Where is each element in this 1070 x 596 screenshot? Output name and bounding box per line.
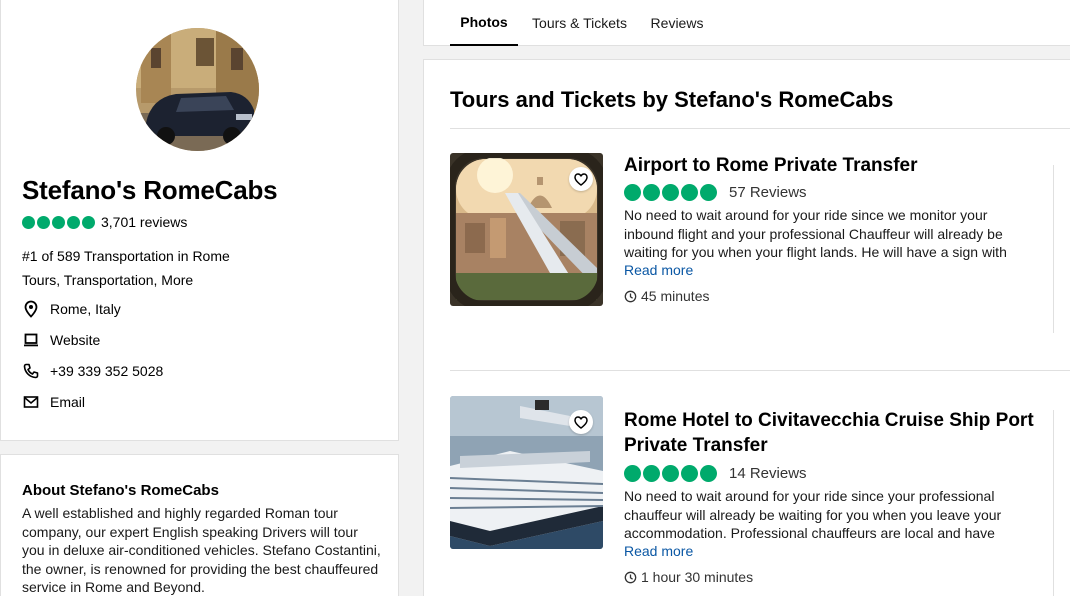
tours-section: Tours and Tickets by Stefano's RomeCabs xyxy=(423,59,1070,596)
categories-text: Tours, Transportation, More xyxy=(22,272,194,288)
rating-bubble-icon xyxy=(681,184,698,201)
rating-bubble-icon xyxy=(643,465,660,482)
tour-image[interactable] xyxy=(450,396,603,549)
ranking-text[interactable]: #1 of 589 Transportation in Rome xyxy=(22,248,230,264)
rating-bubbles xyxy=(624,184,717,201)
rating-bubble-icon xyxy=(52,215,65,229)
reviews-count-link[interactable]: 3,701 reviews xyxy=(101,214,187,230)
tour-rating[interactable]: 14 Reviews xyxy=(624,465,1036,482)
tour-title[interactable]: Airport to Rome Private Transfer xyxy=(624,153,1036,178)
clock-icon xyxy=(624,290,637,303)
email-row[interactable]: Email xyxy=(22,393,85,411)
tour-image[interactable] xyxy=(450,153,603,306)
rating-bubble-icon xyxy=(662,465,679,482)
rating-bubble-icon xyxy=(67,215,80,229)
tab-reviews[interactable]: Reviews xyxy=(646,0,708,46)
avatar[interactable] xyxy=(136,28,259,151)
heart-icon xyxy=(574,415,588,429)
rating-bubbles xyxy=(624,465,717,482)
rating-bubble-icon xyxy=(662,184,679,201)
section-title: Tours and Tickets by Stefano's RomeCabs xyxy=(450,87,894,112)
read-more-link[interactable]: Read more xyxy=(624,542,1036,560)
tour-duration: 1 hour 30 minutes xyxy=(624,569,1036,585)
phone-number[interactable]: +39 339 352 5028 xyxy=(50,363,163,379)
website-row[interactable]: Website xyxy=(22,331,100,349)
save-heart-button[interactable] xyxy=(569,167,593,191)
tour-reviews-count[interactable]: 57 Reviews xyxy=(729,184,807,201)
vertical-divider xyxy=(1053,165,1054,333)
duration-text: 1 hour 30 minutes xyxy=(641,569,754,585)
vertical-divider xyxy=(1053,410,1054,596)
rating-bubble-icon xyxy=(643,184,660,201)
about-description: A well established and highly regarded R… xyxy=(22,505,381,595)
tour-description: No need to wait around for your ride sin… xyxy=(624,207,1007,260)
rating-bubble-icon xyxy=(22,215,35,229)
location-row[interactable]: Rome, Italy xyxy=(22,300,121,318)
clock-icon xyxy=(624,571,637,584)
divider xyxy=(450,128,1070,129)
profile-card: Stefano's RomeCabs 3,701 reviews #1 of 5… xyxy=(0,0,399,441)
save-heart-button[interactable] xyxy=(569,410,593,434)
tour-title[interactable]: Rome Hotel to Civitavecchia Cruise Ship … xyxy=(624,408,1036,458)
tour-description: No need to wait around for your ride sin… xyxy=(624,488,1002,541)
rating-bubble-icon xyxy=(624,465,641,482)
tab-photos[interactable]: Photos xyxy=(450,0,518,46)
map-pin-icon xyxy=(22,300,40,318)
tour-card[interactable]: Airport to Rome Private Transfer 57 Revi… xyxy=(450,153,1070,343)
heart-icon xyxy=(574,172,588,186)
divider xyxy=(450,370,1070,371)
rating-bubble-icon xyxy=(700,465,717,482)
rating-bubbles xyxy=(22,215,95,229)
website-link[interactable]: Website xyxy=(50,332,100,348)
about-card: About Stefano's RomeCabs A well establis… xyxy=(0,454,399,596)
duration-text: 45 minutes xyxy=(641,288,710,304)
rating-bubble-icon xyxy=(681,465,698,482)
tabs-bar: Photos Tours & Tickets Reviews xyxy=(423,0,1070,46)
mail-icon xyxy=(22,393,40,411)
email-link[interactable]: Email xyxy=(50,394,85,410)
rating-bubble-icon xyxy=(624,184,641,201)
phone-row[interactable]: +39 339 352 5028 xyxy=(22,362,163,380)
rating-bubble-icon xyxy=(700,184,717,201)
phone-icon xyxy=(22,362,40,380)
tour-rating[interactable]: 57 Reviews xyxy=(624,184,1036,201)
read-more-link[interactable]: Read more xyxy=(624,261,1036,279)
avatar-photo xyxy=(136,28,259,151)
laptop-icon xyxy=(22,331,40,349)
tour-details: Airport to Rome Private Transfer 57 Revi… xyxy=(624,153,1036,304)
tour-card[interactable]: Rome Hotel to Civitavecchia Cruise Ship … xyxy=(450,396,1070,596)
rating-summary[interactable]: 3,701 reviews xyxy=(22,214,187,230)
business-name: Stefano's RomeCabs xyxy=(22,175,278,205)
tab-tours-tickets[interactable]: Tours & Tickets xyxy=(528,0,631,46)
rating-bubble-icon xyxy=(37,215,50,229)
tour-duration: 45 minutes xyxy=(624,288,1036,304)
location-text: Rome, Italy xyxy=(50,301,121,317)
about-title: About Stefano's RomeCabs xyxy=(22,482,219,499)
rating-bubble-icon xyxy=(82,215,95,229)
tour-reviews-count[interactable]: 14 Reviews xyxy=(729,465,807,482)
tour-details: Rome Hotel to Civitavecchia Cruise Ship … xyxy=(624,408,1036,585)
